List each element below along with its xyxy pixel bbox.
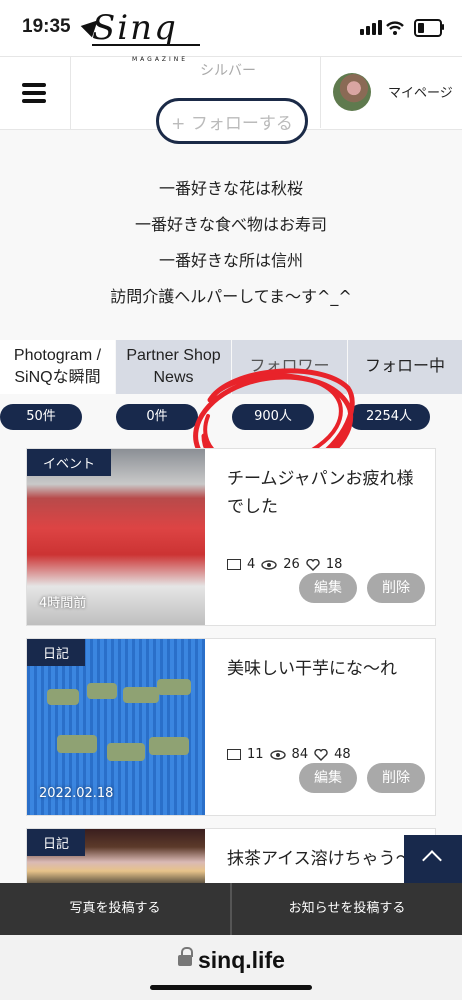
post-card[interactable]: 日記 抹茶アイス溶けちゃう〜 xyxy=(26,828,436,889)
signal-icon xyxy=(360,29,364,35)
logo-underline xyxy=(92,44,200,46)
tab-photogram[interactable]: Photogram / SiNQな瞬間 xyxy=(0,340,115,394)
edit-button[interactable]: 編集 xyxy=(299,763,357,793)
post-photo-button[interactable]: 写真を投稿する xyxy=(0,883,230,935)
menu-icon xyxy=(22,83,46,87)
like-count: 48 xyxy=(334,747,351,762)
post-date: 4時間前 xyxy=(39,596,87,611)
food-piece xyxy=(149,737,189,755)
post-date: 2022.02.18 xyxy=(39,786,114,801)
hamburger-menu-button[interactable] xyxy=(0,57,71,129)
count-badge-shop-news[interactable]: 0件 xyxy=(116,404,198,430)
food-piece xyxy=(107,743,145,761)
bio-line: 一番好きな食べ物はお寿司 xyxy=(134,215,327,234)
post-category-tag: 日記 xyxy=(27,639,86,666)
food-piece xyxy=(47,689,79,705)
signal-bar xyxy=(372,23,376,35)
comment-icon xyxy=(227,559,241,570)
view-count: 84 xyxy=(291,747,309,762)
chevron-up-icon xyxy=(422,850,442,870)
clock: 19:35 xyxy=(22,16,71,37)
battery-icon xyxy=(414,19,442,37)
comment-count: 11 xyxy=(247,747,264,762)
menu-icon-bar xyxy=(22,99,46,103)
food-piece xyxy=(157,679,191,695)
post-title[interactable]: チームジャパンお疲れ様でした xyxy=(227,465,427,521)
tab-following[interactable]: フォロー中 xyxy=(348,340,462,394)
eye-icon xyxy=(261,559,277,570)
signal-bar xyxy=(366,26,370,35)
post-title[interactable]: 美味しい干芋にな〜れ xyxy=(227,655,427,683)
post-category-tag: イベント xyxy=(27,449,112,476)
url-domain[interactable]: sinq.life xyxy=(198,947,285,974)
avatar[interactable] xyxy=(333,73,371,111)
post-card[interactable]: イベント 4時間前 チームジャパンお疲れ様でした 4 26 18 編集 削除 xyxy=(26,448,436,626)
signal-bar xyxy=(378,20,382,35)
status-bar: 19:35 xyxy=(0,0,462,56)
delete-button[interactable]: 削除 xyxy=(367,763,425,793)
home-indicator[interactable] xyxy=(150,985,312,990)
post-category-tag: 日記 xyxy=(27,829,86,856)
like-count: 18 xyxy=(325,557,343,572)
header-divider xyxy=(320,56,321,128)
post-title[interactable]: 抹茶アイス溶けちゃう〜 xyxy=(227,845,427,873)
post-stats: 11 84 48 xyxy=(227,747,351,762)
comment-icon xyxy=(227,749,241,760)
scroll-to-top-button[interactable] xyxy=(404,835,462,883)
eye-icon xyxy=(269,749,286,760)
food-piece xyxy=(123,687,159,703)
battery-cap xyxy=(442,24,444,30)
bio-line: 訪問介護ヘルパーしてま〜す^_^ xyxy=(110,287,352,306)
post-card[interactable]: 日記 2022.02.18 美味しい干芋にな〜れ 11 84 48 編集 削除 xyxy=(26,638,436,816)
food-piece xyxy=(87,683,117,699)
logo-subtitle: MAGAZINE xyxy=(132,56,189,63)
logo-text: Sinq xyxy=(92,8,178,48)
lock-icon-body xyxy=(178,955,192,966)
bio-line: 一番好きな花は秋桜 xyxy=(158,179,303,198)
profile-bio: 一番好きな花は秋桜 一番好きな食べ物はお寿司 一番好きな所は信州 訪問介護ヘルパ… xyxy=(0,180,462,324)
post-action-bar: 写真を投稿する お知らせを投稿する xyxy=(0,883,462,935)
food-piece xyxy=(57,735,97,753)
heart-icon xyxy=(314,748,328,761)
rank-label: シルバー xyxy=(200,63,256,79)
menu-icon-bar xyxy=(22,91,46,95)
comment-count: 4 xyxy=(247,557,256,572)
mypage-link[interactable]: マイページ xyxy=(388,82,453,101)
heart-icon xyxy=(306,558,320,571)
view-count: 26 xyxy=(283,557,300,572)
count-badge-following[interactable]: 2254人 xyxy=(348,404,430,430)
sinq-logo[interactable]: Sinq MAGAZINE xyxy=(92,8,202,64)
follow-button[interactable]: + フォローする xyxy=(156,98,308,144)
edit-button[interactable]: 編集 xyxy=(299,573,357,603)
post-stats: 4 26 18 xyxy=(227,557,342,572)
wifi-icon xyxy=(386,21,404,35)
count-badge-photogram[interactable]: 50件 xyxy=(0,404,82,430)
delete-button[interactable]: 削除 xyxy=(367,573,425,603)
bio-line: 一番好きな所は信州 xyxy=(158,251,303,270)
post-notice-button[interactable]: お知らせを投稿する xyxy=(232,883,462,935)
